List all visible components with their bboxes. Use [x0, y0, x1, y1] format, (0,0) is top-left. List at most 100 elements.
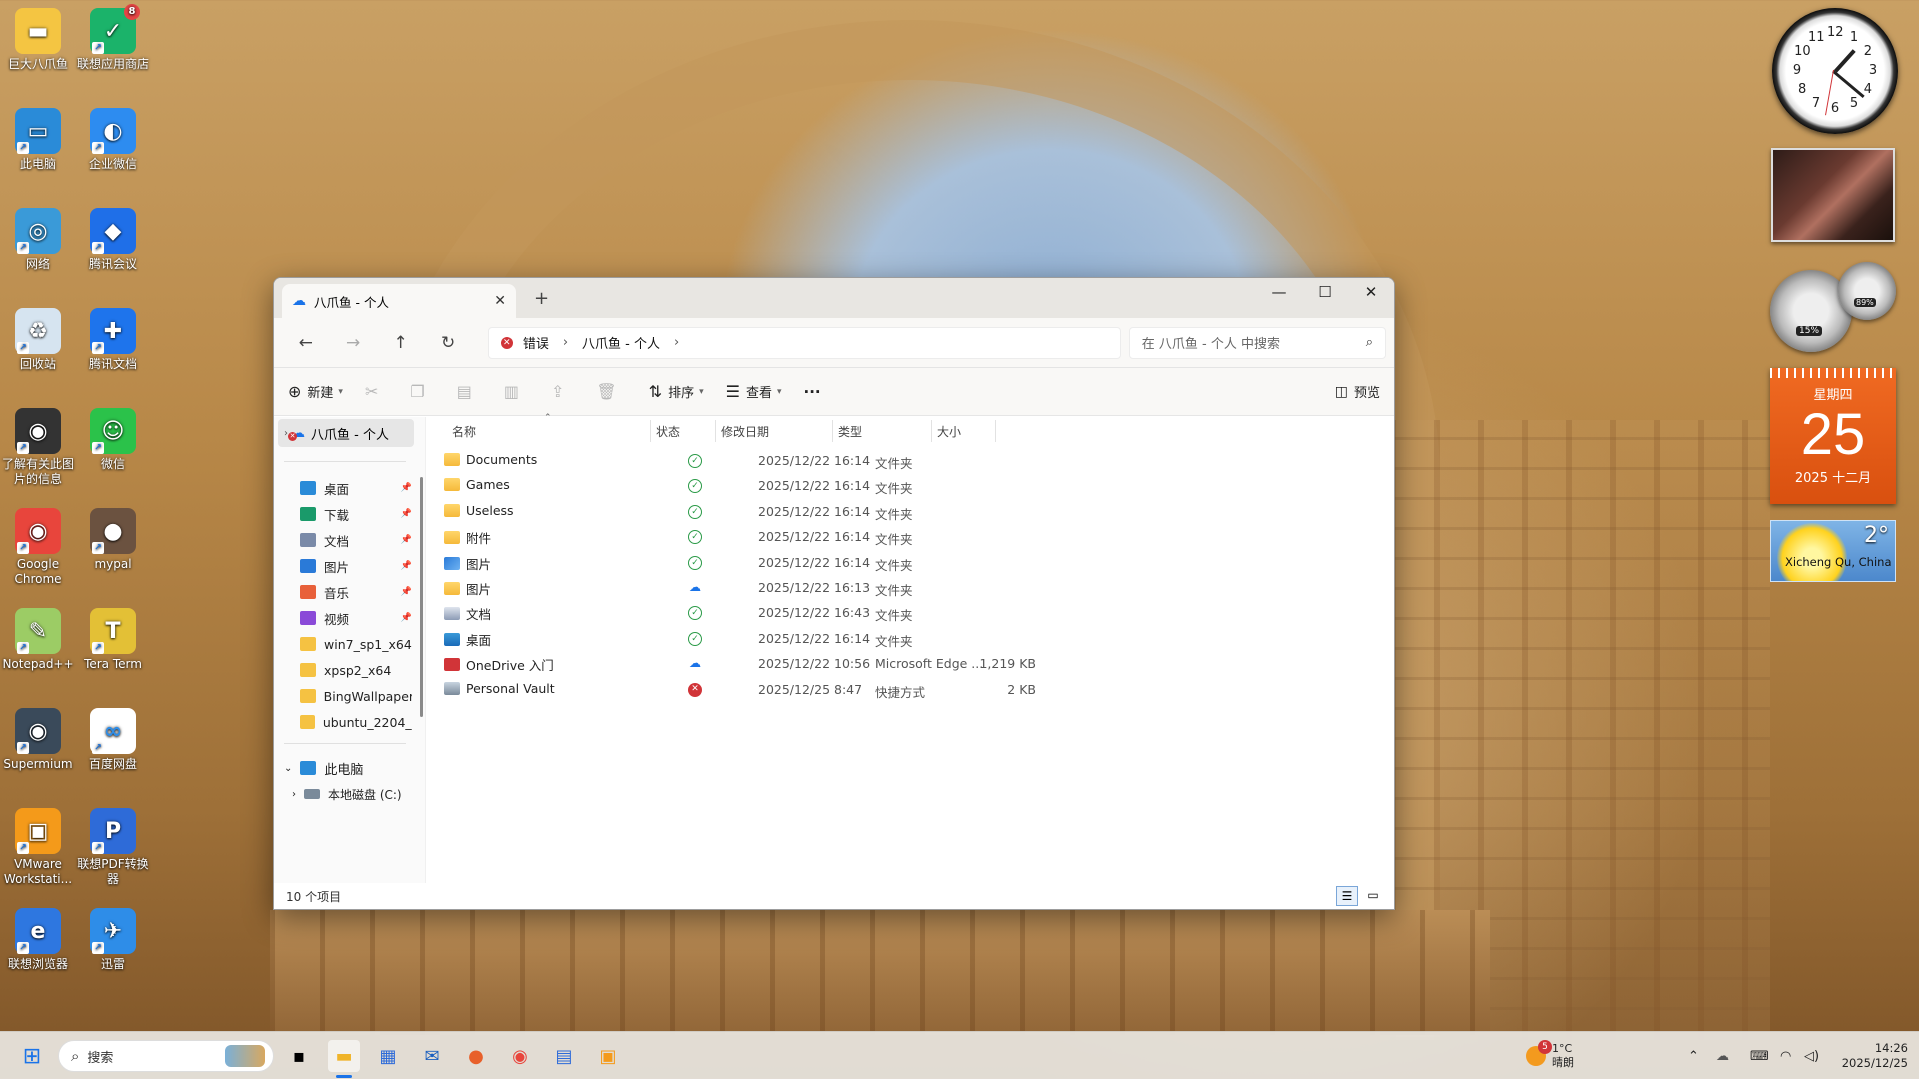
- start-button[interactable]: ⊞: [16, 1040, 48, 1072]
- new-tab-button[interactable]: +: [534, 288, 549, 309]
- tab-onedrive[interactable]: ☁ 八爪鱼 - 个人 ✕: [282, 284, 516, 318]
- column-header-status[interactable]: 状态: [656, 417, 680, 445]
- desktop-icon[interactable]: ◉ ↗ Supermium: [1, 708, 75, 772]
- column-separator[interactable]: [832, 420, 833, 442]
- desktop-icon[interactable]: ∞ ↗ 百度网盘: [76, 708, 150, 772]
- close-button[interactable]: ✕: [1348, 278, 1394, 308]
- file-row[interactable]: 图片 ☁ 2025/12/22 16:13 文件夹: [444, 574, 1204, 602]
- file-row[interactable]: 桌面 ✓ 2025/12/22 16:14 文件夹: [444, 625, 1204, 653]
- nav-item-local-disk[interactable]: › 本地磁盘 (C:): [292, 779, 428, 809]
- close-tab-icon[interactable]: ✕: [494, 293, 506, 309]
- synced-check-icon: ✓: [688, 631, 702, 646]
- file-row[interactable]: Personal Vault ✕ 2025/12/25 8:47 快捷方式 2 KB: [444, 676, 1204, 704]
- onedrive-tray-icon[interactable]: ☁: [1716, 1032, 1729, 1079]
- desktop-icon[interactable]: T ↗ Tera Term: [76, 608, 150, 672]
- desktop-icon[interactable]: e ↗ 联想浏览器: [1, 908, 75, 972]
- minimize-button[interactable]: —: [1256, 278, 1302, 308]
- calendar-gadget[interactable]: 星期四 25 2025 十二月: [1770, 368, 1896, 504]
- address-error-label[interactable]: 错误: [523, 333, 549, 352]
- desktop-icon[interactable]: ♻ ↗ 回收站: [1, 308, 75, 372]
- desktop-icon[interactable]: ▣ ↗ VMware Workstati...: [1, 808, 75, 887]
- file-explorer-taskbar-icon[interactable]: ▬: [328, 1040, 360, 1072]
- column-separator[interactable]: [931, 420, 932, 442]
- refresh-button[interactable]: ↻: [424, 333, 471, 353]
- nav-item-quick-access[interactable]: ubuntu_2204_x: [300, 707, 412, 737]
- back-button[interactable]: ←: [282, 333, 329, 353]
- file-row[interactable]: Useless ✓ 2025/12/22 16:14 文件夹: [444, 498, 1204, 526]
- column-separator[interactable]: [715, 420, 716, 442]
- preview-pane-button[interactable]: ◫ 预览: [1335, 382, 1380, 402]
- desktop-icon[interactable]: ◆ ↗ 腾讯会议: [76, 208, 150, 272]
- file-row[interactable]: Games ✓ 2025/12/22 16:14 文件夹: [444, 472, 1204, 500]
- breadcrumb-onedrive[interactable]: 八爪鱼 - 个人: [582, 333, 660, 352]
- tiles-view-button[interactable]: ▭: [1362, 886, 1384, 906]
- desktop-icon[interactable]: ✎ ↗ Notepad++: [1, 608, 75, 672]
- desktop-icon[interactable]: ◉ ↗ 了解有关此图片的信息: [1, 408, 75, 487]
- maximize-button[interactable]: ☐: [1302, 278, 1348, 308]
- address-bar[interactable]: ✕ 错误 › 八爪鱼 - 个人 ›: [487, 326, 1121, 359]
- desktop-icon[interactable]: ◐ ↗ 企业微信: [76, 108, 150, 172]
- chevron-right-icon[interactable]: ›: [292, 789, 296, 800]
- share-button[interactable]: ⇪: [551, 382, 570, 401]
- vmware-icon[interactable]: ▣: [592, 1040, 624, 1072]
- rename-button[interactable]: ▥: [504, 382, 525, 401]
- slideshow-gadget[interactable]: [1771, 148, 1895, 242]
- app-icon: ✈ ↗: [90, 908, 136, 954]
- column-header-date[interactable]: 修改日期: [721, 417, 769, 445]
- desktop-icon[interactable]: P ↗ 联想PDF转换器: [76, 808, 150, 887]
- column-header-size[interactable]: 大小: [937, 417, 961, 445]
- file-row[interactable]: Documents ✓ 2025/12/22 16:14 文件夹: [444, 447, 1204, 475]
- desktop-icon[interactable]: ☺ ↗ 微信: [76, 408, 150, 472]
- file-row[interactable]: 图片 ✓ 2025/12/22 16:14 文件夹: [444, 549, 1204, 577]
- clock-tray[interactable]: 14:26 2025/12/25: [1836, 1032, 1908, 1079]
- taskbar-search[interactable]: ⌕ 搜索: [58, 1040, 274, 1072]
- file-row[interactable]: 文档 ✓ 2025/12/22 16:43 文件夹: [444, 599, 1204, 627]
- desktop-icon[interactable]: ◉ ↗ Google Chrome: [1, 508, 75, 587]
- memory-meter-gadget[interactable]: 89%: [1838, 262, 1896, 320]
- task-view-icon[interactable]: ▪: [283, 1040, 315, 1072]
- column-separator[interactable]: [995, 420, 996, 442]
- column-header-name[interactable]: 名称: [452, 417, 476, 445]
- copy-button[interactable]: ❐: [410, 382, 430, 401]
- new-button[interactable]: ⊕ 新建 ▾: [288, 382, 343, 401]
- up-button[interactable]: ↑: [377, 333, 424, 353]
- wifi-icon[interactable]: ◠: [1780, 1032, 1791, 1079]
- shortcut-arrow-icon: ↗: [17, 642, 29, 654]
- desktop-icon[interactable]: ● ↗ mypal: [76, 508, 150, 572]
- nav-item-onedrive[interactable]: › ☁ ✕ 八爪鱼 - 个人: [278, 419, 414, 447]
- details-view-button[interactable]: ☰: [1336, 886, 1358, 906]
- firefox-icon[interactable]: ●: [460, 1040, 492, 1072]
- sort-button[interactable]: ⇅ 排序 ▾: [649, 382, 704, 401]
- desktop-icon[interactable]: ◎ ↗ 网络: [1, 208, 75, 272]
- store-icon[interactable]: ▦: [372, 1040, 404, 1072]
- desktop-icon[interactable]: ▬ 巨大八爪鱼: [1, 8, 75, 72]
- volume-icon[interactable]: ◁): [1804, 1032, 1819, 1079]
- view-button[interactable]: ☰ 查看 ▾: [726, 382, 782, 401]
- notepad-icon[interactable]: ▤: [548, 1040, 580, 1072]
- cut-button[interactable]: ✂: [365, 382, 384, 401]
- clock-gadget[interactable]: 12 1 2 3 4 5 6 7 8 9 10 11: [1772, 8, 1898, 134]
- file-row[interactable]: 附件 ✓ 2025/12/22 16:14 文件夹: [444, 523, 1204, 551]
- delete-button[interactable]: 🗑: [596, 382, 622, 401]
- chrome-icon[interactable]: ◉: [504, 1040, 536, 1072]
- outlook-icon[interactable]: ✉: [416, 1040, 448, 1072]
- chevron-down-icon[interactable]: ⌄: [284, 763, 292, 774]
- file-name-cell: Games: [444, 477, 510, 492]
- paste-button[interactable]: ▤: [457, 382, 478, 401]
- breadcrumb-chevron-icon[interactable]: ›: [674, 335, 679, 350]
- forward-button[interactable]: →: [329, 333, 376, 353]
- desktop-icon[interactable]: ✈ ↗ 迅雷: [76, 908, 150, 972]
- input-method-icon[interactable]: ⌨: [1750, 1032, 1769, 1079]
- desktop-icon[interactable]: ▭ ↗ 此电脑: [1, 108, 75, 172]
- show-hidden-icons-button[interactable]: ⌃: [1688, 1032, 1699, 1079]
- file-row[interactable]: OneDrive 入门 ☁ 2025/12/22 10:56 Microsoft Ed…: [444, 650, 1204, 678]
- desktop-icon[interactable]: ✓ ↗ 8 联想应用商店: [76, 4, 150, 72]
- desktop-icon[interactable]: ✚ ↗ 腾讯文档: [76, 308, 150, 372]
- more-options-button[interactable]: ···: [804, 383, 821, 401]
- taskbar-weather[interactable]: 5 1°C 晴朗: [1526, 1032, 1574, 1079]
- nav-scrollbar[interactable]: [420, 477, 423, 717]
- weather-gadget[interactable]: 2° Xicheng Qu, China: [1770, 520, 1896, 582]
- column-separator[interactable]: [650, 420, 651, 442]
- search-box[interactable]: 在 八爪鱼 - 个人 中搜索 ⌕: [1128, 326, 1387, 359]
- column-header-type[interactable]: 类型: [838, 417, 862, 445]
